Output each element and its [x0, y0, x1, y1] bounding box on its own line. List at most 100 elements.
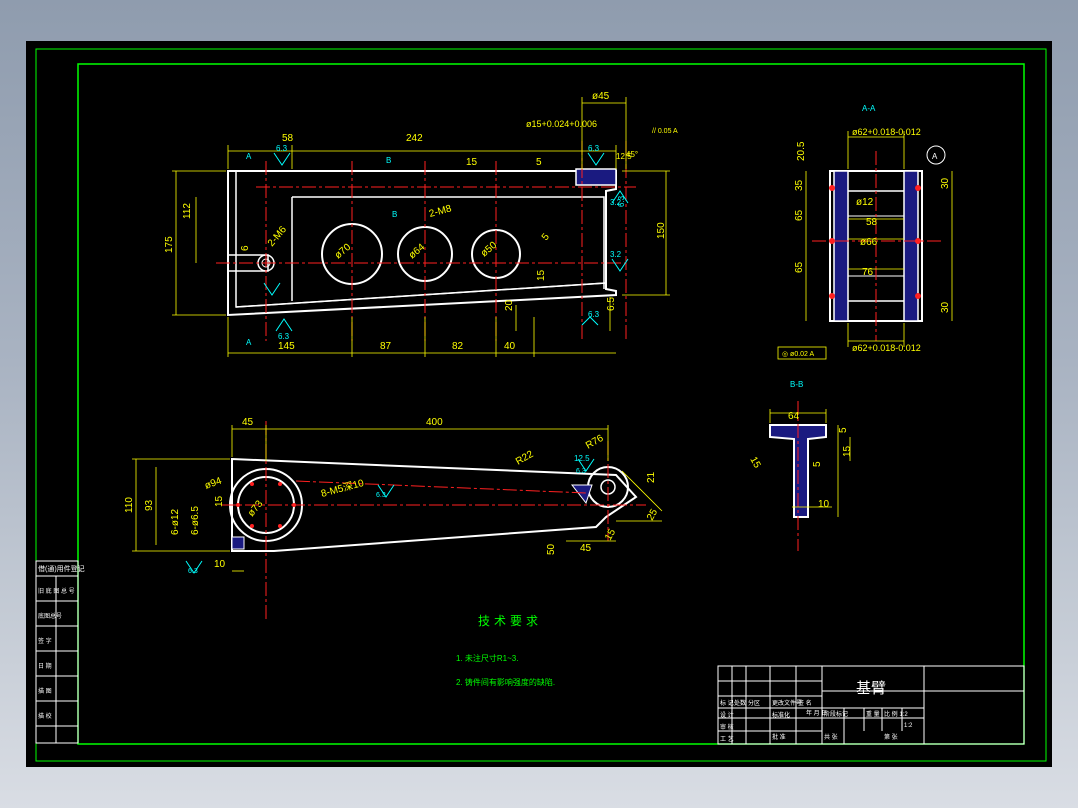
- svg-text:ø62+0.018-0.012: ø62+0.018-0.012: [852, 127, 921, 137]
- svg-text:12.5: 12.5: [574, 454, 590, 463]
- svg-text:64: 64: [788, 411, 800, 422]
- svg-text:分区: 分区: [748, 699, 760, 707]
- side-table-row-4: 日 期: [38, 662, 52, 670]
- dim-parallel: // 0.05 A: [652, 128, 678, 135]
- section-b: [769, 401, 851, 551]
- dim-45deg: 45°: [626, 150, 638, 159]
- outer-frame: [35, 48, 1047, 762]
- title-block: [717, 665, 1025, 745]
- svg-text:第 张: 第 张: [884, 733, 898, 741]
- dim-150: 150: [656, 222, 667, 239]
- svg-text:B: B: [392, 210, 397, 219]
- svg-text:签 名: 签 名: [798, 699, 812, 707]
- svg-text:A: A: [246, 152, 252, 161]
- svg-text:ø73: ø73: [246, 498, 266, 519]
- side-table-row-1: 旧 底 图 总 号: [38, 587, 75, 595]
- svg-text:1:2: 1:2: [904, 723, 913, 729]
- svg-text:R22: R22: [514, 449, 536, 468]
- svg-text:重 量: 重 量: [866, 710, 880, 718]
- svg-text:3.2: 3.2: [610, 250, 622, 259]
- svg-text:6.3: 6.3: [588, 310, 600, 319]
- svg-text:标 记: 标 记: [720, 699, 734, 707]
- dim-175: 175: [164, 236, 175, 253]
- title-block-labels: 标 记 处数 分区 更改文件号 签 名 年 月 日 设 计 审 核 工 艺 标准…: [720, 699, 913, 743]
- dim-145: 145: [278, 341, 295, 352]
- tech-req-item-1: 1. 未注尺寸R1~3.: [456, 653, 518, 663]
- dim-5-hole: 5: [540, 231, 552, 243]
- dim-5: 5: [536, 157, 542, 168]
- bottom-view: [132, 421, 663, 621]
- svg-text:6.3: 6.3: [188, 568, 198, 575]
- svg-text:批 准: 批 准: [772, 733, 786, 741]
- tech-req-heading: 技术要求: [478, 614, 542, 628]
- part-name: 基臂: [856, 680, 886, 697]
- side-table-row-3: 签 字: [38, 637, 52, 645]
- svg-text:50: 50: [546, 543, 557, 555]
- svg-text:5: 5: [812, 461, 823, 467]
- svg-text:ø62+0.018-0.012: ø62+0.018-0.012: [852, 343, 921, 353]
- svg-text:25: 25: [645, 507, 660, 523]
- svg-text:ø94: ø94: [203, 475, 223, 491]
- svg-text:76: 76: [862, 267, 874, 278]
- svg-text:审 核: 审 核: [720, 723, 734, 731]
- svg-text:15: 15: [842, 445, 853, 457]
- side-table-row-6: 描 校: [38, 712, 52, 720]
- dim-40: 40: [504, 341, 516, 352]
- svg-text:15: 15: [747, 455, 762, 471]
- svg-text:B: B: [386, 156, 391, 165]
- dim-112: 112: [182, 203, 193, 219]
- svg-text:A: A: [932, 152, 938, 161]
- dim-87: 87: [380, 341, 392, 352]
- dim-82: 82: [452, 341, 464, 352]
- dim-d64: ø64: [407, 242, 428, 262]
- svg-text:30: 30: [940, 177, 951, 189]
- dim-6: 6: [240, 245, 251, 251]
- svg-text:65: 65: [794, 261, 805, 273]
- svg-text:共 张: 共 张: [824, 733, 838, 741]
- dim-20: 20: [504, 299, 515, 311]
- svg-text:标准化: 标准化: [772, 711, 790, 719]
- svg-text:10: 10: [214, 559, 226, 570]
- svg-text:15: 15: [214, 495, 225, 507]
- svg-text:ø66: ø66: [860, 237, 878, 248]
- section-label-b: B-B: [790, 380, 803, 389]
- svg-text:35: 35: [794, 179, 805, 191]
- dim-242: 242: [406, 133, 423, 144]
- front-view-labels: 58 242 ø45 ø15+0.024+0.006 // 0.05 A 5 1…: [164, 91, 678, 352]
- cad-viewport[interactable]: 借(通)用件登记 旧 底 图 总 号 底图总号 签 字 日 期 描 图 描 校: [26, 41, 1052, 767]
- svg-text:45: 45: [580, 543, 592, 554]
- dim-15-right: 15: [536, 269, 547, 281]
- svg-text:A: A: [246, 338, 252, 347]
- svg-text:65: 65: [794, 209, 805, 221]
- svg-text:◎ ø0.02 A: ◎ ø0.02 A: [782, 351, 815, 358]
- svg-text:5: 5: [838, 427, 849, 433]
- svg-text:处数: 处数: [734, 699, 746, 707]
- svg-text:6-ø12: 6-ø12: [170, 508, 181, 535]
- svg-text:93: 93: [144, 499, 155, 511]
- svg-text:6-ø6.5: 6-ø6.5: [190, 506, 201, 535]
- tech-req-item-2: 2. 铸件间有影响强度的缺陷.: [456, 677, 555, 687]
- dim-2-M6: 2-M6: [266, 224, 289, 249]
- dim-d15-tol: ø15+0.024+0.006: [526, 119, 597, 129]
- dim-6-5: 6.5: [606, 297, 617, 311]
- side-table-row-2: 底图总号: [38, 612, 62, 620]
- svg-text:58: 58: [866, 217, 878, 228]
- dim-15-top: 15: [466, 157, 478, 168]
- dim-58: 58: [282, 133, 294, 144]
- svg-text:R76: R76: [584, 433, 606, 452]
- engineering-drawing: 借(通)用件登记 旧 底 图 总 号 底图总号 签 字 日 期 描 图 描 校: [35, 48, 1047, 762]
- svg-text:400: 400: [426, 417, 443, 428]
- svg-text:ø12: ø12: [856, 197, 874, 208]
- svg-text:阶段标记: 阶段标记: [824, 710, 848, 718]
- svg-text:110: 110: [124, 497, 135, 513]
- side-table-row-5: 描 图: [38, 687, 52, 695]
- dim-d70: ø70: [333, 242, 354, 262]
- svg-text:比 例 1:2: 比 例 1:2: [884, 710, 908, 718]
- front-view-roughness: 6.3 6.3 6.3 3.2 3.2 6.3 6.3: [276, 144, 626, 341]
- svg-text:15: 15: [603, 527, 618, 543]
- svg-text:30: 30: [940, 301, 951, 313]
- svg-text:6.3: 6.3: [376, 492, 386, 499]
- svg-text:45: 45: [242, 417, 254, 428]
- svg-text:8-M5深10: 8-M5深10: [320, 477, 366, 500]
- svg-text:设 计: 设 计: [720, 711, 734, 719]
